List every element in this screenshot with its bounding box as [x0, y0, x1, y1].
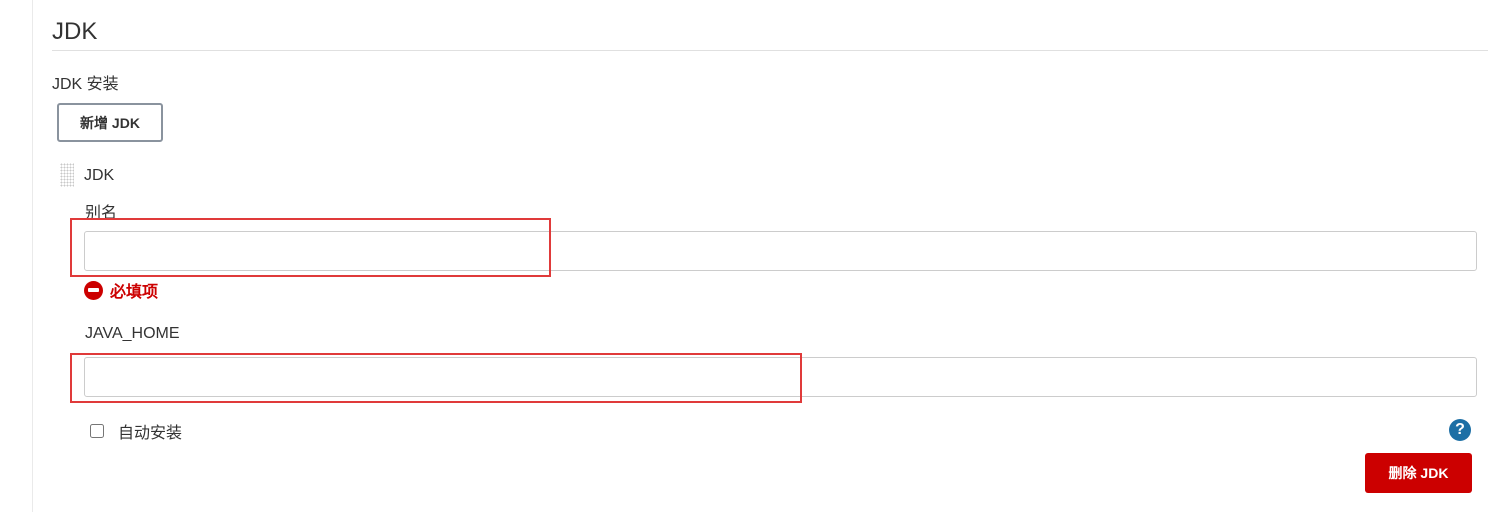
auto-install-label: 自动安装	[118, 425, 183, 442]
alias-input[interactable]	[84, 231, 1477, 271]
drag-handle-icon[interactable]	[60, 163, 74, 187]
alias-label: 别名	[85, 205, 118, 222]
section-title: JDK	[52, 18, 98, 45]
required-error-text: 必填项	[110, 284, 159, 301]
jdk-install-label: JDK 安装	[52, 76, 119, 93]
auto-install-row[interactable]: 自动安装	[89, 420, 182, 442]
java-home-label: JAVA_HOME	[85, 325, 180, 342]
delete-jdk-button[interactable]: 删除 JDK	[1365, 453, 1472, 493]
help-icon[interactable]: ?	[1449, 419, 1471, 441]
left-divider	[32, 0, 33, 512]
java-home-input[interactable]	[84, 357, 1477, 397]
error-icon	[84, 280, 103, 300]
jdk-item-label: JDK	[84, 167, 115, 184]
title-divider	[52, 50, 1488, 51]
required-error: 必填项	[84, 279, 158, 301]
add-jdk-button[interactable]: 新增 JDK	[57, 103, 163, 142]
auto-install-checkbox[interactable]	[90, 424, 104, 438]
